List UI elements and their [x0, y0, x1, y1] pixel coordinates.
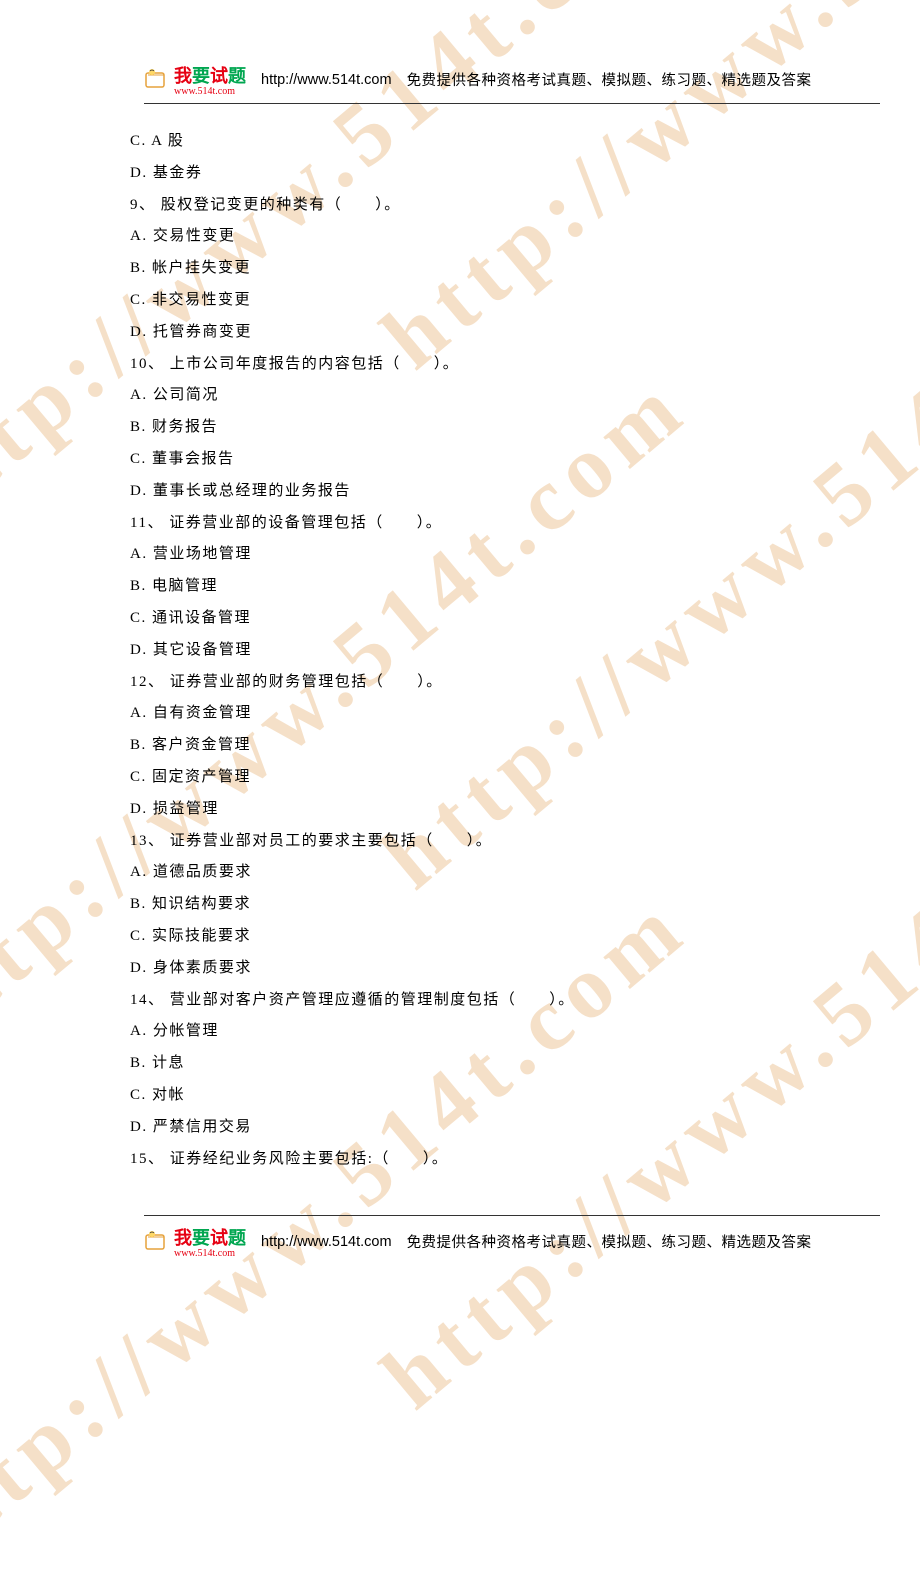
text-line: B. 客户资金管理 [130, 730, 860, 762]
header-description: 免费提供各种资格考试真题、模拟题、练习题、精选题及答案 [407, 69, 812, 90]
text-line: A. 营业场地管理 [130, 539, 860, 571]
text-line: 15、 证券经纪业务风险主要包括:（ ）。 [130, 1144, 860, 1176]
text-line: 13、 证券营业部对员工的要求主要包括（ ）。 [130, 826, 860, 858]
text-line: D. 董事长或总经理的业务报告 [130, 476, 860, 508]
text-line: D. 托管券商变更 [130, 317, 860, 349]
text-line: C. 董事会报告 [130, 444, 860, 476]
text-line: B. 帐户挂失变更 [130, 253, 860, 285]
footer-description: 免费提供各种资格考试真题、模拟题、练习题、精选题及答案 [407, 1231, 812, 1252]
text-line: A. 道德品质要求 [130, 857, 860, 889]
site-logo: 我要试题 www.514t.com [144, 1224, 246, 1259]
page-content: 我要试题 www.514t.com http://www.514t.com 免费… [0, 0, 920, 1305]
footer-url: http://www.514t.com [261, 1234, 392, 1250]
page-footer: 我要试题 www.514t.com http://www.514t.com 免费… [144, 1215, 880, 1265]
text-line: D. 损益管理 [130, 794, 860, 826]
logo-text: 我要试题 [174, 66, 246, 86]
logo-icon [144, 69, 170, 91]
text-line: 12、 证券营业部的财务管理包括（ ）。 [130, 667, 860, 699]
text-line: A. 公司简况 [130, 380, 860, 412]
text-line: 14、 营业部对客户资产管理应遵循的管理制度包括（ ）。 [130, 985, 860, 1017]
document-body: C. A 股 D. 基金券 9、 股权登记变更的种类有（ ）。 A. 交易性变更… [130, 126, 860, 1175]
text-line: C. 通讯设备管理 [130, 603, 860, 635]
text-line: 9、 股权登记变更的种类有（ ）。 [130, 190, 860, 222]
logo-subtext: www.514t.com [174, 1248, 246, 1259]
text-line: C. A 股 [130, 126, 860, 158]
text-line: C. 对帐 [130, 1080, 860, 1112]
text-line: B. 电脑管理 [130, 571, 860, 603]
text-line: D. 基金券 [130, 158, 860, 190]
text-line: C. 实际技能要求 [130, 921, 860, 953]
text-line: B. 计息 [130, 1048, 860, 1080]
text-line: D. 其它设备管理 [130, 635, 860, 667]
page-header: 我要试题 www.514t.com http://www.514t.com 免费… [144, 62, 880, 104]
logo-text: 我要试题 [174, 1228, 246, 1248]
logo-icon [144, 1231, 170, 1253]
text-line: D. 严禁信用交易 [130, 1112, 860, 1144]
text-line: 11、 证券营业部的设备管理包括（ ）。 [130, 508, 860, 540]
text-line: A. 分帐管理 [130, 1016, 860, 1048]
header-url: http://www.514t.com [261, 72, 392, 88]
text-line: B. 知识结构要求 [130, 889, 860, 921]
text-line: 10、 上市公司年度报告的内容包括（ ）。 [130, 349, 860, 381]
text-line: A. 自有资金管理 [130, 698, 860, 730]
text-line: C. 非交易性变更 [130, 285, 860, 317]
site-logo: 我要试题 www.514t.com [144, 62, 246, 97]
text-line: A. 交易性变更 [130, 221, 860, 253]
text-line: C. 固定资产管理 [130, 762, 860, 794]
text-line: B. 财务报告 [130, 412, 860, 444]
logo-subtext: www.514t.com [174, 86, 246, 97]
text-line: D. 身体素质要求 [130, 953, 860, 985]
